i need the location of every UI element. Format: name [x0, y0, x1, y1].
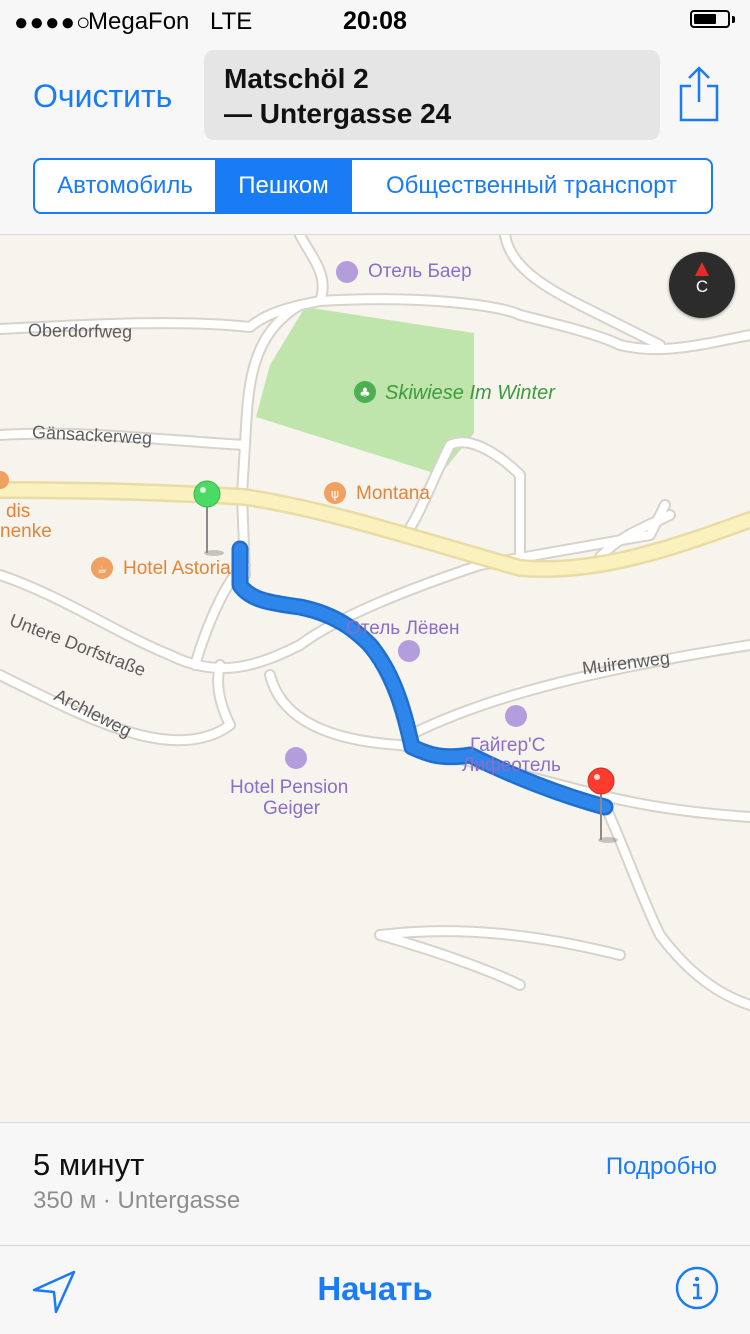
bottom-toolbar: Начать — [0, 1246, 750, 1334]
route-destination: — Untergasse 24 — [224, 98, 452, 129]
details-button[interactable]: Подробно — [606, 1153, 717, 1181]
start-navigation-button[interactable]: Начать — [0, 1270, 750, 1308]
svg-text:♣: ♣ — [359, 386, 371, 401]
map-canvas: ♣ ψ ☕ — [0, 235, 750, 1011]
svg-text:☕: ☕ — [97, 563, 107, 576]
clear-button[interactable]: Очистить — [33, 78, 172, 115]
route-origin: Matschöl 2 — [224, 63, 369, 94]
info-icon — [675, 1266, 719, 1310]
poi-label-hotel-astoria[interactable]: Hotel Astoria — [123, 558, 231, 580]
start-label[interactable]: Начать — [317, 1270, 432, 1307]
mode-transit-tab[interactable]: Общественный транспорт — [350, 160, 711, 212]
mode-walk-tab[interactable]: Пешком — [215, 160, 350, 212]
poi-label-cut-1: dis — [6, 501, 31, 522]
compass-letter: С — [695, 277, 709, 296]
poi-label-geiger-2[interactable]: Лифеотель — [462, 755, 561, 777]
share-button[interactable] — [676, 64, 722, 124]
compass-button[interactable]: С — [669, 252, 735, 318]
info-button[interactable] — [675, 1266, 719, 1310]
route-summary-field[interactable]: Matschöl 2 — Untergasse 24 — [204, 50, 660, 140]
map-view[interactable]: ♣ ψ ☕ Oberdorfweg Gänsackerweg Untere Do… — [0, 234, 750, 1123]
poi-label-geiger-1[interactable]: Гайгер'С — [470, 735, 545, 757]
directions-header: Очистить Matschöl 2 — Untergasse 24 Авто… — [0, 40, 750, 234]
mode-car-tab[interactable]: Автомобиль — [35, 160, 215, 212]
compass-arrow-icon — [695, 262, 709, 276]
eta-time: 5 минут — [33, 1147, 145, 1182]
route-distance: 350 м · Untergasse — [33, 1187, 241, 1214]
svg-text:ψ: ψ — [331, 487, 339, 501]
start-pin — [193, 480, 224, 556]
status-bar: ●●●●○ MegaFon LTE 20:08 — [0, 0, 750, 40]
share-icon — [679, 66, 719, 122]
poi-label-montana[interactable]: Montana — [356, 483, 430, 505]
poi-label-hotel-baer[interactable]: Отель Баер — [368, 261, 472, 283]
poi-label-pension-2[interactable]: Geiger — [263, 798, 320, 820]
poi-label-pension-1[interactable]: Hotel Pension — [230, 777, 348, 799]
street-label-oberdorfweg: Oberdorfweg — [27, 320, 133, 342]
poi-label-hotel-leven[interactable]: Отель Лёвен — [346, 618, 459, 640]
poi-label-skiwiese[interactable]: Skiwiese Im Winter — [385, 382, 555, 405]
clock: 20:08 — [343, 7, 407, 35]
poi-label-cut-2: nenke — [0, 521, 52, 542]
battery-icon — [690, 10, 735, 28]
route-info-panel: 5 минут 350 м · Untergasse Подробно — [0, 1122, 750, 1246]
transport-mode-selector: Автомобиль Пешком Общественный транспорт — [33, 158, 713, 214]
